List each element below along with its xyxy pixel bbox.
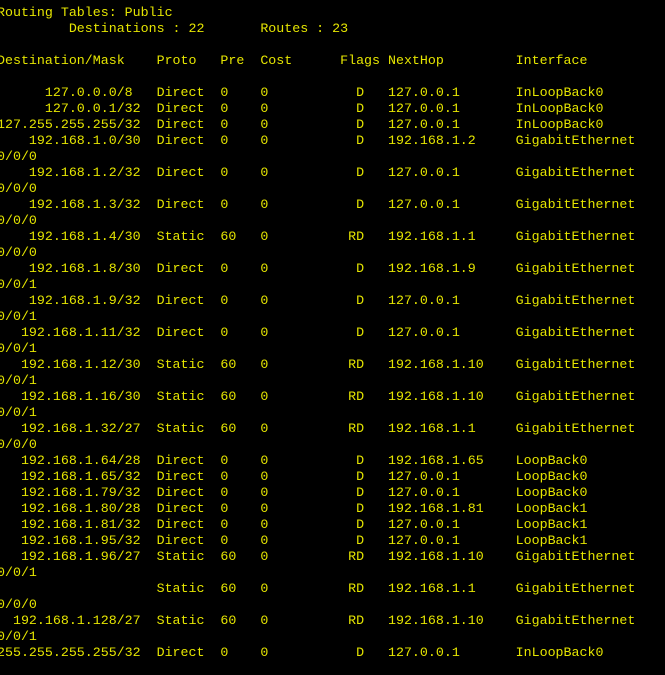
terminal-line: 192.168.1.79/32 Direct 0 0 D 127.0.0.1 L… — [0, 485, 588, 500]
terminal-line: 0/0/1 — [0, 565, 37, 580]
terminal-window[interactable]: Routing Tables: Public Destinations : 22… — [0, 5, 665, 675]
terminal-line: 192.168.1.65/32 Direct 0 0 D 127.0.0.1 L… — [0, 469, 588, 484]
terminal-line: 192.168.1.4/30 Static 60 0 RD 192.168.1.… — [0, 229, 636, 244]
terminal-line: 192.168.1.128/27 Static 60 0 RD 192.168.… — [0, 613, 636, 628]
terminal-line: 192.168.1.0/30 Direct 0 0 D 192.168.1.2 … — [0, 133, 636, 148]
terminal-line: 192.168.1.2/32 Direct 0 0 D 127.0.0.1 Gi… — [0, 165, 636, 180]
terminal-line: 0/0/1 — [0, 405, 37, 420]
terminal-line: Destinations : 22 Routes : 23 — [0, 21, 349, 36]
terminal-line: 127.0.0.0/8 Direct 0 0 D 127.0.0.1 InLoo… — [0, 85, 604, 100]
terminal-line: 0/0/1 — [0, 373, 37, 388]
terminal-line: 0/0/1 — [0, 629, 37, 644]
terminal-line: 192.168.1.11/32 Direct 0 0 D 127.0.0.1 G… — [0, 325, 636, 340]
terminal-line: 0/0/1 — [0, 277, 37, 292]
terminal-line: 192.168.1.32/27 Static 60 0 RD 192.168.1… — [0, 421, 636, 436]
terminal-line: 127.255.255.255/32 Direct 0 0 D 127.0.0.… — [0, 117, 604, 132]
terminal-line: 0/0/1 — [0, 341, 37, 356]
terminal-line: 192.168.1.95/32 Direct 0 0 D 127.0.0.1 L… — [0, 533, 588, 548]
terminal-line: 0/0/0 — [0, 597, 37, 612]
terminal-line: 192.168.1.8/30 Direct 0 0 D 192.168.1.9 … — [0, 261, 636, 276]
terminal-line: 0/0/0 — [0, 181, 37, 196]
terminal-line: Routing Tables: Public — [0, 5, 173, 20]
terminal-line: 192.168.1.16/30 Static 60 0 RD 192.168.1… — [0, 389, 636, 404]
terminal-line: 192.168.1.64/28 Direct 0 0 D 192.168.1.6… — [0, 453, 588, 468]
terminal-line: 0/0/0 — [0, 437, 37, 452]
terminal-line: 0/0/0 — [0, 245, 37, 260]
terminal-line: 192.168.1.96/27 Static 60 0 RD 192.168.1… — [0, 549, 636, 564]
terminal-line: 192.168.1.3/32 Direct 0 0 D 127.0.0.1 Gi… — [0, 197, 636, 212]
routing-table-output: Routing Tables: Public Destinations : 22… — [0, 5, 665, 661]
terminal-line: 0/0/1 — [0, 309, 37, 324]
terminal-line: 192.168.1.81/32 Direct 0 0 D 127.0.0.1 L… — [0, 517, 588, 532]
terminal-line: Static 60 0 RD 192.168.1.1 GigabitEthern… — [0, 581, 636, 596]
terminal-line: 0/0/0 — [0, 213, 37, 228]
terminal-line: 0/0/0 — [0, 149, 37, 164]
terminal-line: 192.168.1.9/32 Direct 0 0 D 127.0.0.1 Gi… — [0, 293, 636, 308]
terminal-line: Destination/Mask Proto Pre Cost Flags Ne… — [0, 53, 588, 68]
terminal-line: 255.255.255.255/32 Direct 0 0 D 127.0.0.… — [0, 645, 604, 660]
terminal-line: 127.0.0.1/32 Direct 0 0 D 127.0.0.1 InLo… — [0, 101, 604, 116]
terminal-line: 192.168.1.12/30 Static 60 0 RD 192.168.1… — [0, 357, 636, 372]
terminal-line: 192.168.1.80/28 Direct 0 0 D 192.168.1.8… — [0, 501, 588, 516]
